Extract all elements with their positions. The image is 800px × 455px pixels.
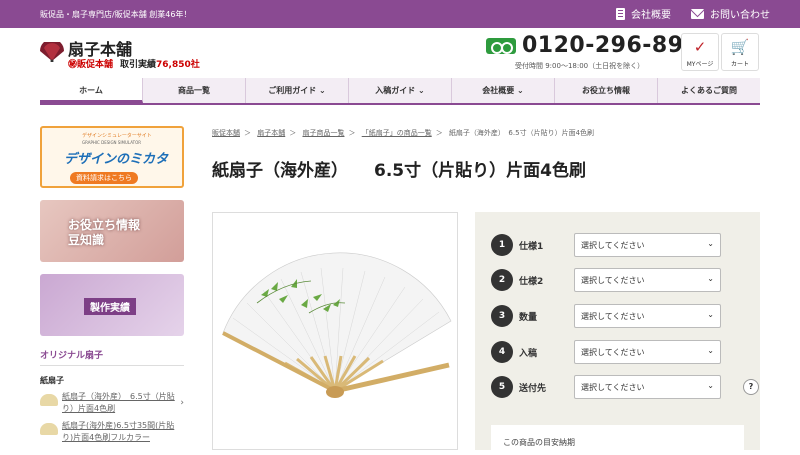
phone-hours: 受付時間 9:00〜18:00（土日祝を除く） <box>515 62 645 70</box>
spec2-select[interactable]: 選択してください ⌄ <box>574 268 721 292</box>
nav-products[interactable]: 商品一覧 <box>143 78 246 103</box>
sidebar: デザインシミュレーターサイト GRAPHIC DESIGN SIMULATOR … <box>40 126 184 444</box>
top-bar: 販促品・扇子専門店/販促本舗 創業46年！ 会社概要 お問い合わせ <box>0 0 800 28</box>
folding-fan-illustration <box>222 252 452 398</box>
main-nav: ホーム 商品一覧 ご利用ガイド ⌄ 入稿ガイド ⌄ 会社概要 ⌄ お役立ち情報 … <box>40 78 760 105</box>
delivery-estimate-box: この商品の目安納期 <box>491 425 744 455</box>
building-icon <box>616 7 625 20</box>
page-title: 紙扇子（海外産） 6.5寸（片貼り）片面4色刷 <box>212 161 586 181</box>
design-simulator-banner[interactable]: デザインシミュレーターサイト GRAPHIC DESIGN SIMULATOR … <box>40 126 184 188</box>
nav-submission-guide[interactable]: 入稿ガイド ⌄ <box>349 78 452 103</box>
chevron-down-icon: ⌄ <box>707 274 714 283</box>
nav-guide[interactable]: ご利用ガイド ⌄ <box>246 78 349 103</box>
production-record-banner[interactable]: 製作実績 <box>40 274 184 336</box>
contact-link[interactable]: お問い合わせ <box>691 6 770 21</box>
sidebar-category: 紙扇子 <box>40 376 64 385</box>
submission-select[interactable]: 選択してください ⌄ <box>574 340 721 364</box>
destination-select[interactable]: 選択してください ⌄ <box>574 375 721 399</box>
spec1-select[interactable]: 選択してください ⌄ <box>574 233 721 257</box>
logo-subbrand: ㊙販促本舗 <box>68 60 114 70</box>
useful-info-banner[interactable]: お役立ち情報 豆知識 <box>40 200 184 262</box>
breadcrumb: 販促本舗＞ 扇子本舗＞ 扇子商品一覧＞ 「紙扇子」の商品一覧＞ 紙扇子（海外産）… <box>212 129 595 137</box>
top-tagline: 販促品・扇子専門店/販促本舗 創業46年！ <box>40 10 192 19</box>
help-icon[interactable]: ? <box>743 379 759 395</box>
sidebar-heading: オリジナル扇子 <box>40 348 184 366</box>
nav-company[interactable]: 会社概要 ⌄ <box>452 78 555 103</box>
phone-number[interactable]: 0120-296-890 <box>522 33 699 58</box>
cart-button[interactable]: 🛒 カート <box>721 33 759 71</box>
chevron-down-icon: ⌄ <box>707 346 714 355</box>
chevron-down-icon: ⌄ <box>707 381 714 390</box>
mail-icon <box>691 8 704 19</box>
mypage-button[interactable]: ✓ MYページ <box>681 33 719 71</box>
fan-thumbnail <box>40 394 58 406</box>
sidebar-product-link[interactable]: 紙扇子(海外産)6.5寸35間(片貼り)片面4色刷フルカラー <box>40 420 184 444</box>
nav-useful-info[interactable]: お役立ち情報 <box>555 78 658 103</box>
company-link[interactable]: 会社概要 <box>616 6 671 21</box>
product-image[interactable] <box>212 212 458 450</box>
deals-count: 取引実績76,850社 <box>120 60 200 70</box>
quantity-select[interactable]: 選択してください ⌄ <box>574 304 721 328</box>
fan-thumbnail <box>40 423 58 435</box>
cart-icon: 🛒 <box>730 38 750 56</box>
nav-home[interactable]: ホーム <box>40 78 143 103</box>
logo-fan-icon <box>40 42 64 62</box>
user-check-icon: ✓ <box>693 38 707 56</box>
chevron-down-icon: ⌄ <box>707 310 714 319</box>
options-panel: 1 仕様1 選択してください ⌄ 2 仕様2 選択してください ⌄ 3 数量 選択し… <box>475 212 760 455</box>
sidebar-product-link[interactable]: 紙扇子（海外産） 6.5寸（片貼り）片面4色刷 › <box>40 391 184 415</box>
freedial-icon <box>486 38 516 54</box>
nav-faq[interactable]: よくあるご質問 <box>658 78 760 103</box>
chevron-right-icon: › <box>180 398 184 408</box>
chevron-down-icon: ⌄ <box>707 239 714 248</box>
